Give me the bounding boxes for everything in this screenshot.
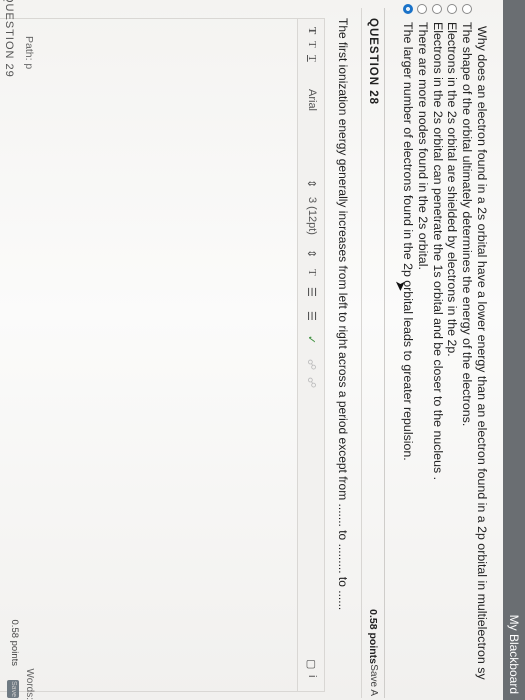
answer-option-label: There are more nodes found in the 2s orb…	[415, 22, 430, 270]
chevron-down-icon: ⇕	[305, 249, 317, 259]
editor-toolbar: T T T Arial ⇕ 3 (12pt) ⇕ T ☰ ☰ ✓ ☍ ☍ ▢ i	[297, 18, 325, 692]
radio-selected-icon[interactable]	[402, 4, 413, 14]
bold-text-icon[interactable]: T	[306, 27, 318, 34]
ordered-list-icon[interactable]: ☰	[305, 287, 318, 297]
font-size-select[interactable]: 3 (12pt)	[306, 197, 318, 235]
question-28-header: QUESTION 28 0.58 points Save A	[361, 8, 385, 698]
question-points-footer: 0.58 points	[9, 619, 20, 666]
blackboard-header: My Blackboard	[503, 0, 525, 700]
answer-option-label: Electrons in the 2s orbital are shielded…	[445, 22, 460, 357]
question-28-points: 0.58 points	[367, 609, 379, 664]
monitor-screen: My Blackboard Why does an electron found…	[0, 0, 525, 700]
editor-path-label: Path: p	[23, 36, 35, 70]
underline-text-icon[interactable]: T	[306, 55, 318, 62]
info-icon[interactable]: i	[306, 675, 318, 677]
save-answer-footer-button[interactable]: Save	[7, 680, 19, 698]
unlink-icon[interactable]: ☍	[305, 377, 318, 388]
question-28-prompt: The first ionization energy generally in…	[336, 18, 350, 611]
answer-option[interactable]: There are more nodes found in the 2s orb…	[415, 4, 430, 696]
italic-text-icon[interactable]: T	[306, 41, 318, 48]
question-28-title: QUESTION 28	[367, 18, 379, 106]
radio-unselected-icon[interactable]	[417, 4, 428, 14]
unordered-list-icon[interactable]: ☰	[305, 311, 318, 321]
radio-unselected-icon[interactable]	[461, 4, 472, 14]
link-icon[interactable]: ☍	[305, 359, 318, 370]
answer-option[interactable]: Electrons in the 2s orbital can penetrat…	[430, 4, 445, 696]
answer-option-label: The larger number of electrons found in …	[401, 22, 416, 461]
save-answer-button[interactable]: Save A	[368, 664, 379, 696]
my-blackboard-link[interactable]: My Blackboard	[507, 615, 521, 694]
mouse-cursor-icon: ➤	[393, 280, 409, 292]
question-29-title: QUESTION 29	[3, 0, 15, 78]
radio-unselected-icon[interactable]	[432, 4, 443, 14]
question-27: Why does an electron found in a 2s orbit…	[400, 4, 489, 696]
radio-unselected-icon[interactable]	[447, 4, 458, 14]
answer-option[interactable]: Electrons in the 2s orbital are shielded…	[445, 4, 459, 696]
word-count-label: Words:	[24, 668, 35, 700]
question-27-prompt: Why does an electron found in a 2s orbit…	[475, 26, 489, 680]
answer-option-label: Electrons in the 2s orbital can penetrat…	[430, 22, 445, 481]
answer-option[interactable]: The larger number of electrons found in …	[400, 4, 415, 696]
text-color-button[interactable]: T	[306, 269, 318, 276]
answer-option-label: The shape of the orbital ultimately dete…	[460, 22, 475, 427]
fullscreen-icon[interactable]: ▢	[305, 659, 318, 669]
answer-option[interactable]: The shape of the orbital ultimately dete…	[459, 4, 474, 696]
chevron-down-icon: ⇕	[305, 179, 317, 189]
answer-text-editor[interactable]	[0, 18, 298, 692]
question-27-options: The shape of the orbital ultimately dete…	[400, 4, 474, 696]
font-family-select[interactable]: Arial	[306, 89, 318, 111]
spellcheck-icon[interactable]: ✓	[305, 335, 318, 344]
